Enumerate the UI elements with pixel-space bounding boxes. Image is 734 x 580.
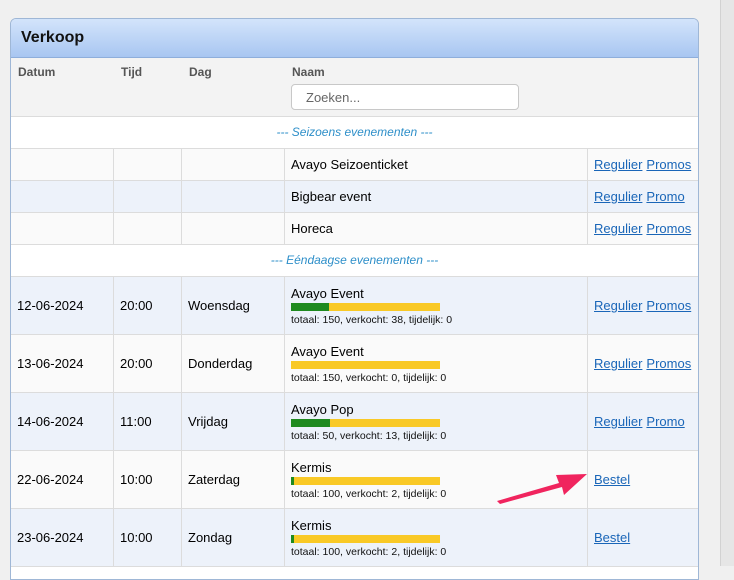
event-name: Avayo Event <box>291 343 364 359</box>
name-cell: Avayo Pop totaal: 50, verkocht: 13, tijd… <box>285 393 588 450</box>
time-cell: 11:00 <box>114 393 182 450</box>
actions-cell: Regulier Promos <box>588 277 698 334</box>
capacity-bar <box>291 534 440 543</box>
capacity-bar <box>291 360 440 369</box>
date-cell: 12-06-2024 <box>11 277 114 334</box>
time-cell: 20:00 <box>114 277 182 334</box>
day-cell: Zaterdag <box>182 451 285 508</box>
table-row: 14-06-2024 11:00 Vrijdag Avayo Pop totaa… <box>11 393 698 451</box>
sold-fill <box>291 534 294 543</box>
event-name: Kermis <box>291 459 332 475</box>
regulier-link[interactable]: Regulier <box>594 414 642 429</box>
date-cell: 14-06-2024 <box>11 393 114 450</box>
column-header-row: Datum Tijd Dag Naam <box>11 58 698 117</box>
time-cell: 20:00 <box>114 335 182 392</box>
regulier-link[interactable]: Regulier <box>594 356 642 371</box>
sold-fill <box>291 302 329 311</box>
name-cell: Avayo Event totaal: 150, verkocht: 0, ti… <box>285 335 588 392</box>
actions-cell: Bestel <box>588 509 698 566</box>
event-stats: totaal: 50, verkocht: 13, tijdelijk: 0 <box>291 429 447 442</box>
promo-link[interactable]: Promo <box>646 189 684 204</box>
day-cell <box>182 213 285 244</box>
capacity-bar <box>291 476 440 485</box>
bestel-link[interactable]: Bestel <box>594 530 630 545</box>
promos-link[interactable]: Promos <box>646 221 691 236</box>
promos-link[interactable]: Promos <box>646 298 691 313</box>
actions-cell: Bestel <box>588 451 698 508</box>
date-cell: 22-06-2024 <box>11 451 114 508</box>
sold-fill <box>291 476 294 485</box>
date-cell: 23-06-2024 <box>11 509 114 566</box>
pointer-arrow-icon <box>497 474 587 504</box>
table-row: 13-06-2024 20:00 Donderdag Avayo Event t… <box>11 335 698 393</box>
date-cell <box>11 181 114 212</box>
actions-cell: Regulier Promo <box>588 393 698 450</box>
table-row: 12-06-2024 20:00 Woensdag Avayo Event to… <box>11 277 698 335</box>
date-cell <box>11 149 114 180</box>
event-stats: totaal: 150, verkocht: 38, tijdelijk: 0 <box>291 313 453 326</box>
capacity-bar <box>291 418 440 427</box>
actions-cell: Regulier Promos <box>588 335 698 392</box>
date-cell <box>11 213 114 244</box>
regulier-link[interactable]: Regulier <box>594 189 642 204</box>
sold-fill <box>291 418 330 427</box>
time-cell <box>114 149 182 180</box>
event-stats: totaal: 100, verkocht: 2, tijdelijk: 0 <box>291 487 447 500</box>
time-cell <box>114 213 182 244</box>
section-single-day-events: --- Eéndaagse evenementen --- <box>11 245 698 277</box>
table-row: 23-06-2024 10:00 Zondag Kermis totaal: 1… <box>11 509 698 567</box>
column-dag: Dag <box>189 65 212 79</box>
promo-link[interactable]: Promo <box>646 414 684 429</box>
search-input[interactable] <box>291 84 519 110</box>
regulier-link[interactable]: Regulier <box>594 298 642 313</box>
table-row: Bigbear event Regulier Promo <box>11 181 698 213</box>
regulier-link[interactable]: Regulier <box>594 221 642 236</box>
event-name: Avayo Pop <box>291 401 354 417</box>
name-cell: Horeca <box>285 213 588 244</box>
event-name: Avayo Event <box>291 285 364 301</box>
day-cell: Zondag <box>182 509 285 566</box>
actions-cell: Regulier Promo <box>588 181 698 212</box>
panel-title: Verkoop <box>11 19 698 58</box>
actions-cell: Regulier Promos <box>588 213 698 244</box>
date-cell: 13-06-2024 <box>11 335 114 392</box>
column-naam: Naam <box>292 65 325 79</box>
capacity-bar <box>291 302 440 311</box>
day-cell: Donderdag <box>182 335 285 392</box>
day-cell <box>182 149 285 180</box>
name-cell: Avayo Seizoenticket <box>285 149 588 180</box>
event-stats: totaal: 100, verkocht: 2, tijdelijk: 0 <box>291 545 447 558</box>
table-row: Horeca Regulier Promos <box>11 213 698 245</box>
column-datum: Datum <box>18 65 56 79</box>
table-row: Avayo Seizoenticket Regulier Promos <box>11 149 698 181</box>
right-scroll-rail <box>720 0 734 566</box>
name-cell: Kermis totaal: 100, verkocht: 2, tijdeli… <box>285 509 588 566</box>
time-cell: 10:00 <box>114 451 182 508</box>
section-seasonal-events: --- Seizoens evenementen --- <box>11 117 698 149</box>
promos-link[interactable]: Promos <box>646 157 691 172</box>
bestel-link[interactable]: Bestel <box>594 472 630 487</box>
actions-cell: Regulier Promos <box>588 149 698 180</box>
verkoop-panel: Verkoop Datum Tijd Dag Naam --- Seizoens… <box>10 18 699 580</box>
time-cell <box>114 181 182 212</box>
time-cell: 10:00 <box>114 509 182 566</box>
day-cell <box>182 181 285 212</box>
name-cell: Bigbear event <box>285 181 588 212</box>
column-tijd: Tijd <box>121 65 143 79</box>
promos-link[interactable]: Promos <box>646 356 691 371</box>
day-cell: Vrijdag <box>182 393 285 450</box>
event-stats: totaal: 150, verkocht: 0, tijdelijk: 0 <box>291 371 447 384</box>
name-cell: Avayo Event totaal: 150, verkocht: 38, t… <box>285 277 588 334</box>
day-cell: Woensdag <box>182 277 285 334</box>
event-name: Kermis <box>291 517 332 533</box>
regulier-link[interactable]: Regulier <box>594 157 642 172</box>
